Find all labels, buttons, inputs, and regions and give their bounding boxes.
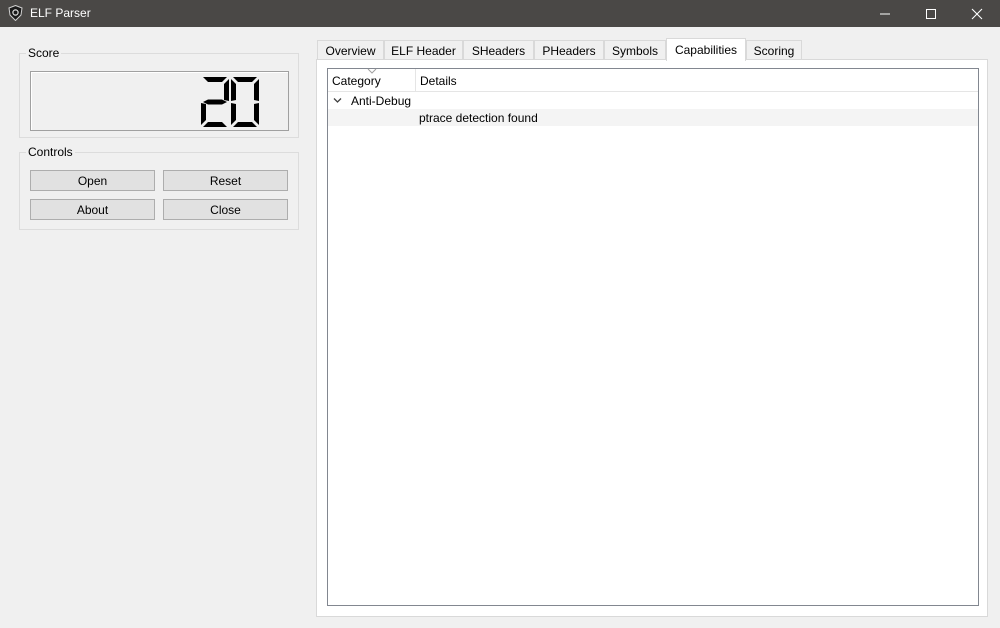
app-shield-icon [8,5,23,21]
score-lcd-display [30,71,289,131]
score-group: Score [19,46,299,138]
chevron-down-icon[interactable] [333,96,342,105]
close-button[interactable]: Close [163,199,288,220]
tree-row[interactable]: ptrace detection found [328,109,978,126]
capabilities-panel: Category Details Anti-Debug ptrace detec… [316,59,988,617]
reset-button[interactable]: Reset [163,170,288,191]
lcd-segment-a [233,77,257,82]
maximize-icon [926,8,936,19]
lcd-segment-f [231,79,236,101]
category-label: Anti-Debug [351,94,412,108]
minimize-button[interactable] [862,0,908,27]
window-title: ELF Parser [30,6,91,20]
about-button[interactable]: About [30,199,155,220]
details-label: ptrace detection found [419,111,538,125]
tree-header: Category Details [328,68,978,92]
close-icon [971,8,983,19]
column-header-details-label: Details [420,73,457,88]
lcd-segment-d [203,122,227,127]
tree-row[interactable]: Anti-Debug [328,92,978,109]
lcd-segment-b [254,79,259,101]
lcd-digits [201,77,259,127]
lcd-segment-d [233,122,257,127]
tab-sheaders[interactable]: SHeaders [463,40,534,60]
close-window-button[interactable] [954,0,1000,27]
tab-overview[interactable]: Overview [317,40,384,60]
controls-group-title: Controls [26,145,75,159]
sort-ascending-icon [367,68,377,74]
lcd-segment-g [203,99,227,105]
column-header-details[interactable]: Details [416,69,978,92]
tab-elf-header[interactable]: ELF Header [384,40,463,60]
controls-group: Controls Open Reset About Close [19,145,299,230]
lcd-segment-e [201,103,206,125]
tab-scoring[interactable]: Scoring [746,40,802,60]
tab-pheaders[interactable]: PHeaders [534,40,604,60]
lcd-segment-b [224,79,229,101]
score-group-title: Score [26,46,62,60]
column-header-category-label: Category [332,73,381,88]
lcd-segment-e [231,103,236,125]
minimize-icon [880,13,890,14]
lcd-segment-c [254,103,259,125]
maximize-button[interactable] [908,0,954,27]
open-button[interactable]: Open [30,170,155,191]
tab-symbols[interactable]: Symbols [604,40,666,60]
lcd-segment-a [203,77,227,82]
tab-capabilities[interactable]: Capabilities [666,38,746,61]
title-bar: ELF Parser [0,0,1000,27]
capabilities-tree[interactable]: Category Details Anti-Debug ptrace detec… [327,68,979,606]
